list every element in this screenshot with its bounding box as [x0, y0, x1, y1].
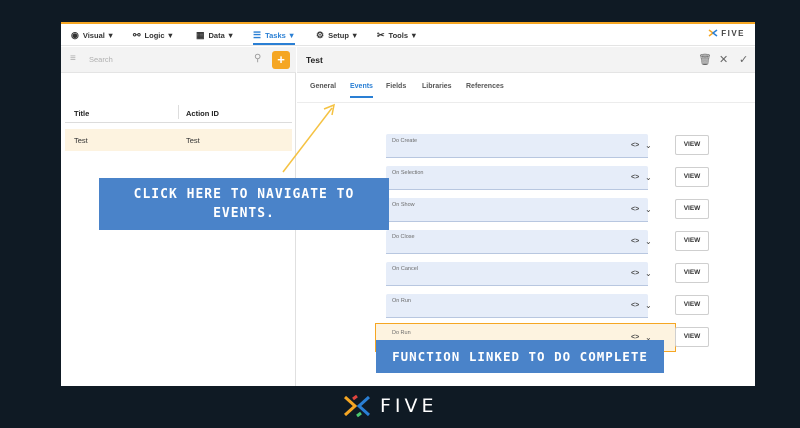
event-field-do-close[interactable]: Do Close <> ⌄ [386, 230, 652, 254]
event-field-on-run[interactable]: On Run <> ⌄ [386, 294, 652, 318]
event-field-on-cancel[interactable]: On Cancel <> ⌄ [386, 262, 652, 286]
column-title-header[interactable]: Title [74, 109, 89, 118]
code-icon[interactable]: <> [631, 174, 639, 181]
menu-visual[interactable]: ◉ Visual ▼ [71, 24, 114, 46]
code-icon[interactable]: <> [631, 238, 639, 245]
row-action-id-cell: Test [186, 136, 200, 145]
code-icon[interactable]: <> [631, 302, 639, 309]
record-header: Test 🗑 ✕ ✓ [297, 47, 755, 73]
table-header: Title Action ID [65, 101, 292, 123]
list-icon: ☰ [253, 29, 262, 40]
tab-libraries[interactable]: Libraries [422, 83, 452, 90]
event-field-do-create[interactable]: Do Create <> ⌄ [386, 134, 652, 158]
row-title-cell: Test [74, 136, 88, 145]
view-button-on-selection[interactable]: VIEW [675, 167, 709, 187]
delete-icon[interactable]: 🗑 [698, 53, 712, 66]
gear-icon: ⚙ [316, 29, 325, 40]
view-button-do-close[interactable]: VIEW [675, 231, 709, 251]
top-menu-bar: ◉ Visual ▼ ⚯ Logic ▼ ▦ Data ▼ ☰ Tasks ▼ … [61, 24, 755, 46]
chevron-down-icon[interactable]: ⌄ [645, 269, 652, 278]
menu-tasks[interactable]: ☰ Tasks ▼ [253, 24, 296, 46]
chevron-down-icon[interactable]: ⌄ [645, 237, 652, 246]
five-logo-icon [708, 29, 718, 37]
table-icon: ▦ [196, 29, 205, 40]
filter-icon[interactable]: ≡ [70, 53, 76, 64]
five-wordmark: FIVE [380, 395, 438, 417]
chevron-down-icon[interactable]: ⌄ [645, 301, 652, 310]
five-logo-small: FIVE [708, 28, 745, 38]
callout-line-1: CLICK HERE TO NAVIGATE TO [133, 187, 355, 202]
logic-icon: ⚯ [133, 29, 141, 40]
table-row[interactable]: Test Test [65, 129, 292, 151]
tab-events[interactable]: Events [350, 83, 373, 98]
view-button-do-run[interactable]: VIEW [675, 327, 709, 347]
menu-data[interactable]: ▦ Data ▼ [196, 24, 234, 46]
callout-line-2: EVENTS. [213, 206, 275, 221]
five-logo-footer: FIVE [342, 393, 438, 419]
menu-tools[interactable]: ✂ Tools ▼ [377, 24, 418, 46]
view-button-on-run[interactable]: VIEW [675, 295, 709, 315]
function-linked-callout: FUNCTION LINKED TO DO COMPLETE [376, 340, 664, 373]
tab-general[interactable]: General [310, 83, 336, 90]
search-input[interactable]: Search [89, 55, 113, 64]
column-action-id-header[interactable]: Action ID [186, 109, 219, 118]
view-button-do-create[interactable]: VIEW [675, 135, 709, 155]
menu-logic[interactable]: ⚯ Logic ▼ [133, 24, 174, 46]
search-bar: ≡ Search ⚲ + [61, 47, 296, 73]
event-field-on-show[interactable]: On Show <> ⌄ [386, 198, 652, 222]
record-tabs: General Events Fields Libraries Referenc… [297, 73, 755, 103]
record-title: Test [306, 55, 323, 65]
save-check-icon[interactable]: ✓ [739, 53, 748, 66]
event-field-on-selection[interactable]: On Selection <> ⌄ [386, 166, 652, 190]
tab-references[interactable]: References [466, 83, 504, 90]
chevron-down-icon[interactable]: ⌄ [645, 141, 652, 150]
chevron-down-icon[interactable]: ⌄ [645, 173, 652, 182]
close-icon[interactable]: ✕ [719, 53, 728, 66]
chevron-down-icon[interactable]: ⌄ [645, 205, 652, 214]
eye-icon: ◉ [71, 29, 79, 40]
code-icon[interactable]: <> [631, 270, 639, 277]
view-button-on-show[interactable]: VIEW [675, 199, 709, 219]
navigate-events-callout: CLICK HERE TO NAVIGATE TO EVENTS. [99, 178, 389, 230]
view-button-on-cancel[interactable]: VIEW [675, 263, 709, 283]
code-icon[interactable]: <> [631, 206, 639, 213]
tab-fields[interactable]: Fields [386, 83, 406, 90]
tools-icon: ✂ [377, 29, 385, 40]
menu-setup[interactable]: ⚙ Setup ▼ [316, 24, 358, 46]
column-divider [178, 105, 179, 119]
five-logo-icon [343, 394, 371, 418]
search-icon[interactable]: ⚲ [254, 53, 261, 64]
add-record-button[interactable]: + [272, 51, 290, 69]
code-icon[interactable]: <> [631, 142, 639, 149]
